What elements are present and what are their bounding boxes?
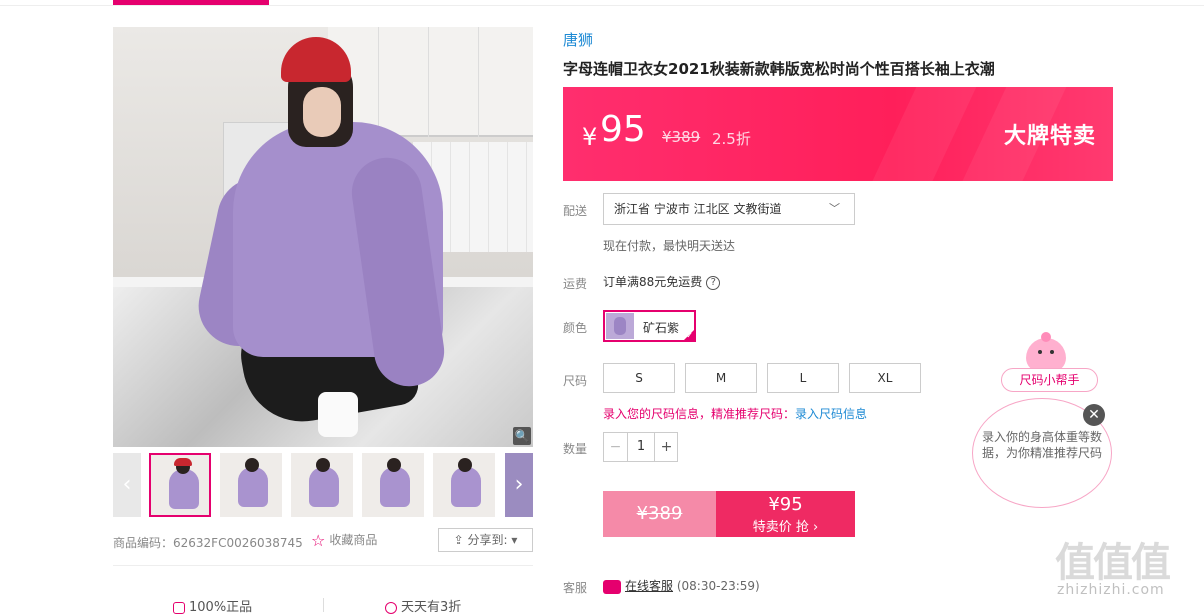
active-nav-indicator: [113, 0, 269, 5]
chevron-down-icon: ﹀: [829, 202, 840, 215]
delivery-note: 现在付款，最快明天送达: [603, 239, 736, 253]
customer-service: 在线客服 (08:30-23:59): [603, 577, 760, 594]
star-icon: ☆: [311, 530, 326, 550]
divider: [113, 565, 533, 566]
thumbnail-prev-button[interactable]: ‹: [113, 453, 141, 517]
service-label: 客服: [563, 581, 588, 595]
chat-icon: [603, 579, 621, 594]
thumbnail-item[interactable]: [149, 453, 211, 517]
freight-label: 运费: [563, 277, 588, 291]
favorite-button[interactable]: ☆ 收藏商品: [311, 530, 377, 550]
product-code: 商品编码：62632FC0026038745: [113, 536, 303, 550]
quantity-input[interactable]: 1: [628, 433, 654, 461]
color-label: 颜色: [563, 321, 588, 335]
thumbnail-item[interactable]: [220, 453, 282, 517]
product-title: 字母连帽卫衣女2021秋装新款韩版宽松时尚个性百搭长袖上衣潮: [563, 60, 995, 78]
sale-tag: 大牌特卖: [1004, 124, 1097, 149]
product-meta-row: 商品编码：62632FC0026038745 ☆ 收藏商品 ⇪ 分享到: ▾: [113, 528, 533, 554]
brand-link[interactable]: 唐狮: [563, 29, 593, 50]
discount-rate: 2.5折: [712, 130, 751, 148]
size-info-link[interactable]: 录入尺码信息: [795, 407, 867, 421]
main-product-image[interactable]: 🔍: [113, 27, 533, 447]
original-price: ¥389: [662, 128, 701, 146]
online-service-link[interactable]: 在线客服: [625, 579, 673, 593]
zoom-icon[interactable]: 🔍: [513, 427, 531, 445]
price-banner: ¥ 95 ¥389 2.5折 大牌特卖: [563, 87, 1113, 181]
color-swatch: [606, 313, 634, 339]
quantity-plus-button[interactable]: +: [654, 433, 678, 461]
size-option-s[interactable]: S: [603, 363, 675, 393]
mascot-icon[interactable]: [1026, 332, 1066, 372]
thumbnail-item[interactable]: [433, 453, 495, 517]
thumbnail-next-button[interactable]: ›: [505, 453, 533, 517]
watermark: 值值值 zhizhizhi.com: [1055, 540, 1171, 598]
size-option-l[interactable]: L: [767, 363, 839, 393]
quantity-stepper: − 1 +: [603, 432, 678, 462]
thumbnail-item[interactable]: [291, 453, 353, 517]
color-option-selected[interactable]: 矿石紫 ✓: [603, 310, 696, 342]
freight-text: 订单满88元免运费?: [603, 273, 721, 290]
help-icon[interactable]: ?: [706, 275, 721, 290]
size-helper-button[interactable]: 尺码小帮手: [1001, 368, 1098, 392]
size-tip: 录入您的尺码信息，精准推荐尺码：录入尺码信息: [603, 407, 868, 421]
original-price-button: ¥389: [603, 491, 716, 537]
currency-symbol: ¥: [582, 123, 598, 151]
size-option-m[interactable]: M: [685, 363, 757, 393]
guarantee-discount: 天天有3折: [385, 596, 461, 615]
quantity-label: 数量: [563, 442, 588, 456]
current-price: 95: [600, 109, 646, 150]
quantity-minus-button[interactable]: −: [604, 433, 628, 461]
share-button[interactable]: ⇪ 分享到: ▾: [438, 528, 533, 552]
size-option-xl[interactable]: XL: [849, 363, 921, 393]
guarantee-genuine: 100%正品: [173, 596, 252, 615]
buy-now-button[interactable]: ¥95 特卖价 抢 ›: [716, 491, 855, 537]
delivery-label: 配送: [563, 204, 588, 218]
close-icon[interactable]: ✕: [1083, 404, 1105, 426]
top-nav-bar: [0, 0, 1204, 6]
thumbnail-strip: ‹ ›: [113, 453, 533, 517]
check-icon: ✓: [686, 331, 693, 340]
delivery-address-select[interactable]: 浙江省 宁波市 江北区 文教街道 ﹀: [603, 193, 855, 225]
size-label: 尺码: [563, 374, 588, 388]
thumbnail-item[interactable]: [362, 453, 424, 517]
